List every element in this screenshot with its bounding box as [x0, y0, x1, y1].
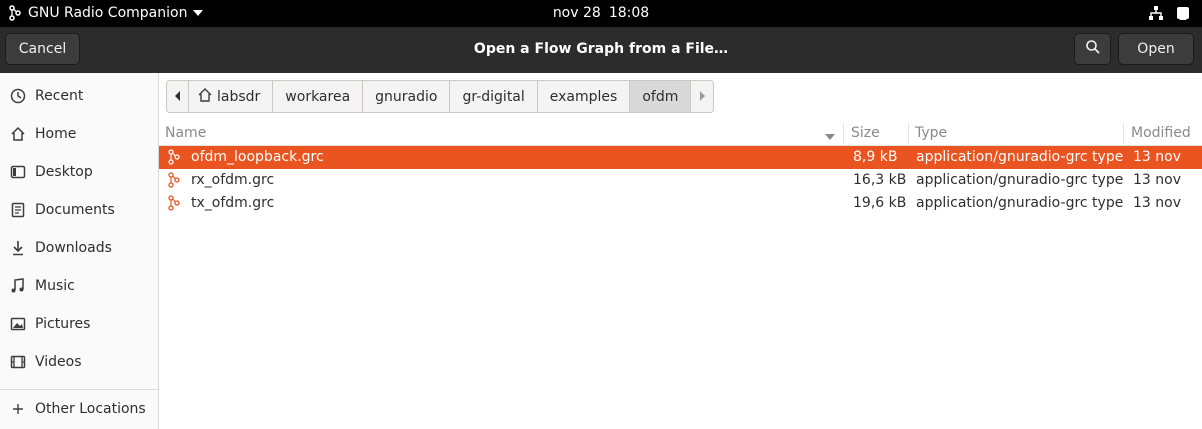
- grc-file-icon: [167, 149, 183, 165]
- file-type: application/gnuradio-grc type: [916, 172, 1124, 188]
- file-modified: 13 nov: [1133, 195, 1181, 211]
- sort-descending-icon[interactable]: [825, 129, 835, 145]
- path-scroll-right-button[interactable]: [691, 81, 714, 112]
- sidebar-item-documents[interactable]: Documents: [0, 195, 158, 225]
- network-icon[interactable]: [1148, 5, 1164, 25]
- file-row[interactable]: tx_ofdm.grc 19,6 kB application/gnuradio…: [159, 192, 1202, 215]
- file-row[interactable]: rx_ofdm.grc 16,3 kB application/gnuradio…: [159, 169, 1202, 192]
- sidebar-item-label: Recent: [35, 88, 84, 104]
- column-separator: [1123, 123, 1124, 143]
- column-header-modified[interactable]: Modified: [1131, 125, 1191, 141]
- file-name: rx_ofdm.grc: [191, 172, 275, 188]
- sidebar-item-home[interactable]: Home: [0, 119, 158, 149]
- search-button[interactable]: [1074, 33, 1111, 65]
- path-crumb-examples[interactable]: examples: [537, 81, 631, 112]
- path-crumb-gr-digital[interactable]: gr-digital: [450, 81, 538, 112]
- file-modified: 13 nov: [1133, 172, 1181, 188]
- places-sidebar: Recent Home Desktop Documents Downloads …: [0, 73, 159, 429]
- column-header-name[interactable]: Name: [165, 125, 206, 141]
- grc-file-icon: [167, 172, 183, 188]
- open-button[interactable]: Open: [1118, 33, 1194, 65]
- date-label: nov 28: [552, 5, 601, 21]
- path-crumb-workarea[interactable]: workarea: [273, 81, 364, 112]
- video-icon: [10, 354, 26, 370]
- sidebar-item-label: Downloads: [35, 240, 112, 256]
- top-bar: GNU Radio Companion nov 28 18:08: [0, 0, 1202, 27]
- chevron-left-icon: [174, 89, 182, 105]
- sidebar-item-label: Desktop: [35, 164, 93, 180]
- home-icon: [197, 87, 213, 107]
- column-header-size[interactable]: Size: [851, 125, 880, 141]
- column-header-type[interactable]: Type: [915, 125, 947, 141]
- sidebar-item-label: Documents: [35, 202, 115, 218]
- sidebar-item-videos[interactable]: Videos: [0, 347, 158, 377]
- sidebar-item-music[interactable]: Music: [0, 271, 158, 301]
- file-type: application/gnuradio-grc type: [916, 195, 1124, 211]
- grc-file-icon: [167, 195, 183, 211]
- sidebar-divider: [0, 389, 158, 390]
- picture-icon: [10, 316, 26, 332]
- file-name: ofdm_loopback.grc: [191, 149, 324, 165]
- time-label: 18:08: [608, 5, 650, 21]
- file-row[interactable]: ofdm_loopback.grc 8,9 kB application/gnu…: [159, 146, 1202, 169]
- sidebar-item-other-locations[interactable]: Other Locations: [0, 394, 158, 424]
- document-icon: [10, 202, 26, 218]
- file-size: 8,9 kB: [853, 149, 898, 165]
- sidebar-item-label: Music: [35, 278, 75, 294]
- file-name: tx_ofdm.grc: [191, 195, 275, 211]
- chevron-right-icon: [698, 89, 706, 105]
- sidebar-item-desktop[interactable]: Desktop: [0, 157, 158, 187]
- system-tray[interactable]: [1148, 5, 1190, 25]
- file-size: 19,6 kB: [853, 195, 907, 211]
- power-menu-icon[interactable]: [1176, 5, 1190, 25]
- sidebar-item-label: Videos: [35, 354, 82, 370]
- music-icon: [10, 278, 26, 294]
- dialog-title: Open a Flow Graph from a File…: [473, 41, 729, 57]
- clock-icon: [10, 88, 26, 104]
- sidebar-item-label: Home: [35, 126, 77, 142]
- sidebar-item-label: Other Locations: [35, 401, 146, 417]
- path-bar: labsdr workarea gnuradio gr-digital exam…: [166, 80, 715, 113]
- path-crumb-labsdr[interactable]: labsdr: [189, 81, 274, 112]
- sidebar-item-recent[interactable]: Recent: [0, 81, 158, 111]
- column-separator: [908, 123, 909, 143]
- sidebar-item-label: Pictures: [35, 316, 91, 332]
- desktop-icon: [10, 164, 26, 180]
- plus-icon: [10, 401, 26, 417]
- path-crumb-gnuradio[interactable]: gnuradio: [363, 81, 451, 112]
- file-modified: 13 nov: [1133, 149, 1181, 165]
- path-scroll-left-button[interactable]: [167, 81, 189, 112]
- file-size: 16,3 kB: [853, 172, 907, 188]
- file-type: application/gnuradio-grc type: [916, 149, 1124, 165]
- file-list-header: Name Size Type Modified: [159, 121, 1202, 146]
- home-icon: [10, 126, 26, 142]
- download-icon: [10, 240, 26, 256]
- search-icon: [1085, 39, 1101, 59]
- sidebar-item-downloads[interactable]: Downloads: [0, 233, 158, 263]
- clock[interactable]: nov 28 18:08: [0, 5, 1202, 21]
- path-crumb-ofdm[interactable]: ofdm: [630, 81, 692, 112]
- column-separator: [843, 123, 844, 143]
- dialog-header: Cancel Open a Flow Graph from a File… Op…: [0, 27, 1202, 73]
- path-crumb-label: labsdr: [217, 88, 261, 105]
- sidebar-item-pictures[interactable]: Pictures: [0, 309, 158, 339]
